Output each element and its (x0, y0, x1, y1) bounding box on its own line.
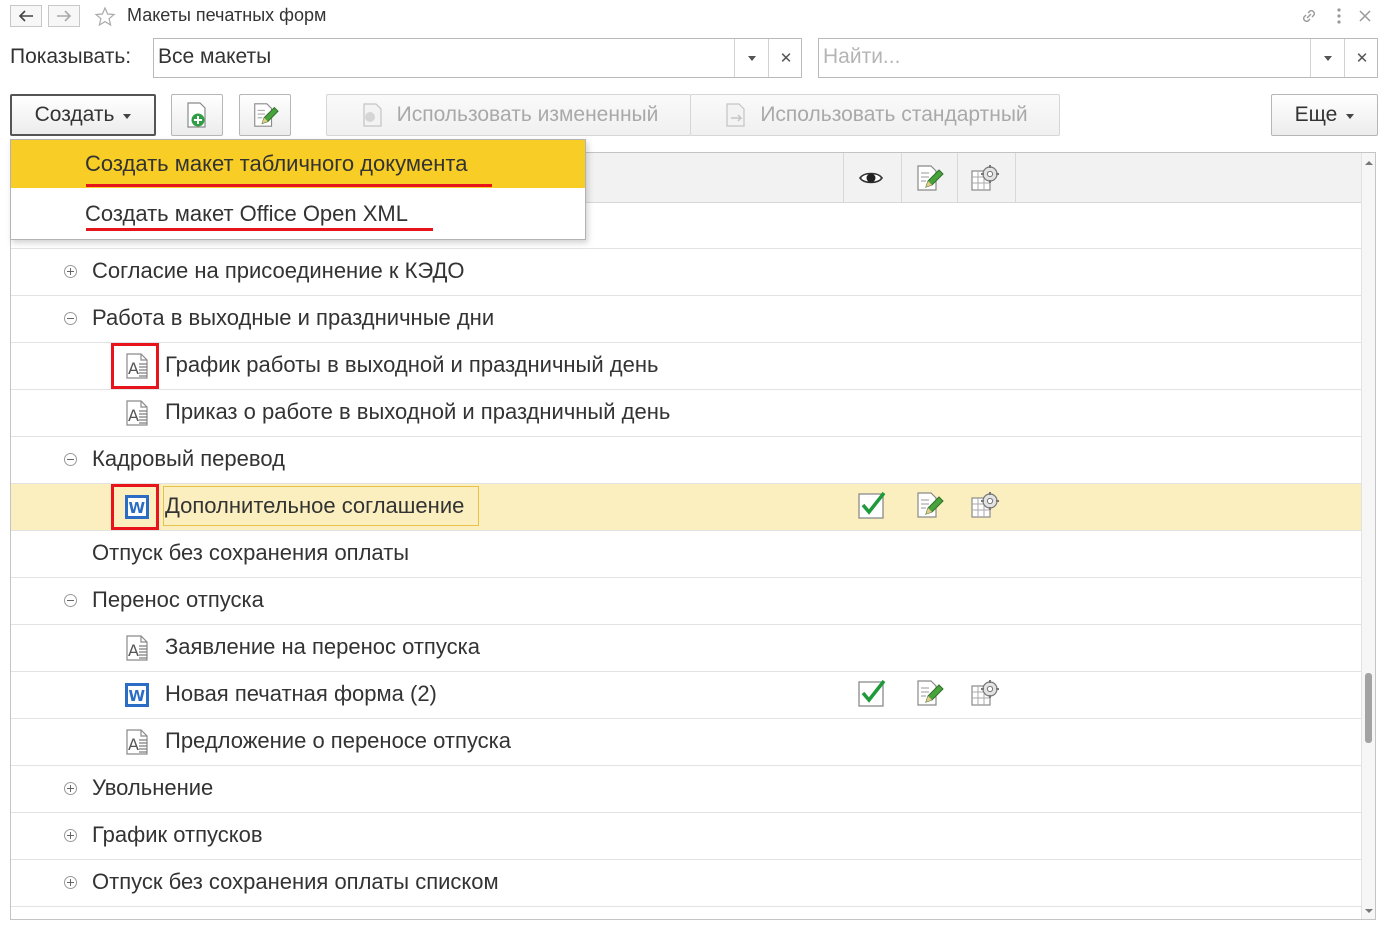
search-history-button[interactable] (1310, 39, 1345, 77)
spreadsheet-template-icon (123, 728, 151, 756)
expand-icon[interactable] (64, 265, 77, 278)
annotation-box (111, 343, 159, 389)
group-label: Увольнение (92, 775, 214, 800)
expand-icon[interactable] (64, 782, 77, 795)
visibility-eye-icon[interactable] (856, 163, 886, 193)
table-row[interactable]: Увольнение (11, 766, 1364, 813)
use-modified-label: Использовать измененный (396, 103, 659, 126)
clear-icon: ✕ (1355, 50, 1369, 67)
add-document-icon (187, 102, 206, 128)
clear-filter-button[interactable]: ✕ (768, 39, 803, 77)
settings-icon[interactable] (970, 490, 1000, 520)
link-icon[interactable] (1300, 7, 1318, 25)
templates-table[interactable]: Согласие на присоединение к КЭДО Работа … (10, 152, 1376, 920)
table-row[interactable]: Отпуск без сохранения оплаты списком (11, 860, 1364, 907)
spreadsheet-template-icon (123, 399, 151, 427)
scroll-up-icon[interactable] (1365, 161, 1373, 165)
table-row[interactable]: График отпусков (11, 813, 1364, 860)
table-row[interactable]: Отпуск без сохранения оплаты (11, 531, 1364, 578)
edit-icon[interactable] (914, 678, 944, 708)
create-menu: Создать макет табличного документа Созда… (10, 139, 586, 240)
search-field[interactable]: Найти... ✕ (818, 38, 1378, 78)
search-placeholder: Найти... (823, 45, 901, 68)
group-label: Работа в выходные и праздничные дни (92, 305, 495, 330)
edit-icon (251, 101, 279, 129)
collapse-icon[interactable] (64, 594, 77, 607)
arrow-left-icon (18, 10, 33, 22)
edit-icon[interactable] (914, 490, 944, 520)
table-row[interactable]: Новая печатная форма (2) (11, 672, 1364, 719)
expand-icon[interactable] (64, 876, 77, 889)
collapse-icon[interactable] (64, 453, 77, 466)
use-standard-button[interactable]: Использовать стандартный (690, 94, 1060, 136)
menu-item-create-spreadsheet-template[interactable]: Создать макет табличного документа (11, 140, 585, 188)
more-vertical-icon[interactable] (1331, 7, 1347, 25)
use-standard-icon (726, 103, 745, 127)
edit-column-icon[interactable] (914, 163, 944, 193)
add-template-button[interactable] (171, 94, 223, 136)
chevron-down-icon (1346, 114, 1355, 119)
group-label: Согласие на присоединение к КЭДО (92, 258, 465, 283)
template-label: Приказ о работе в выходной и праздничный… (165, 399, 671, 424)
dropdown-button[interactable] (734, 39, 769, 77)
table-row[interactable]: График работы в выходной и праздничный д… (11, 343, 1364, 390)
more-button[interactable]: Еще (1271, 94, 1378, 136)
forward-button[interactable] (48, 5, 80, 27)
scroll-down-icon[interactable] (1365, 909, 1373, 913)
show-label: Показывать: (10, 45, 132, 68)
settings-column-icon[interactable] (970, 163, 1000, 193)
show-filter-value: Все макеты (158, 45, 272, 68)
menu-item-label: Создать макет Office Open XML (85, 201, 408, 226)
table-row-selected[interactable]: Дополнительное соглашение (11, 484, 1364, 531)
table-row[interactable]: Согласие на присоединение к КЭДО (11, 249, 1364, 296)
annotation-box (111, 484, 159, 530)
group-label: Отпуск без сохранения оплаты (92, 540, 410, 565)
clear-search-button[interactable]: ✕ (1344, 39, 1379, 77)
annotation-underline (86, 228, 433, 231)
use-standard-label: Использовать стандартный (760, 103, 1028, 126)
clear-icon: ✕ (779, 50, 793, 67)
chevron-down-icon (123, 114, 132, 119)
spreadsheet-template-icon (123, 634, 151, 662)
template-label: Заявление на перенос отпуска (165, 634, 480, 659)
template-label: Новая печатная форма (2) (165, 681, 437, 706)
more-label: Еще (1294, 103, 1338, 126)
table-row[interactable]: Предложение о переносе отпуска (11, 719, 1364, 766)
check-icon[interactable] (857, 490, 887, 520)
close-window-icon[interactable] (1357, 8, 1373, 24)
template-label: График работы в выходной и праздничный д… (165, 352, 659, 377)
arrow-right-icon (57, 10, 72, 22)
check-icon[interactable] (857, 678, 887, 708)
scrollbar-thumb[interactable] (1365, 673, 1372, 743)
group-label: Отпуск без сохранения оплаты списком (92, 869, 499, 894)
expand-icon[interactable] (64, 829, 77, 842)
create-label: Создать (34, 103, 115, 126)
edit-template-button[interactable] (239, 94, 291, 136)
group-label: Кадровый перевод (92, 446, 285, 471)
use-modified-button[interactable]: Использовать измененный (326, 94, 691, 136)
template-label: Дополнительное соглашение (165, 493, 465, 518)
group-label: График отпусков (92, 822, 263, 847)
back-button[interactable] (10, 5, 42, 27)
group-label: Перенос отпуска (92, 587, 264, 612)
table-row[interactable]: Приказ о работе в выходной и праздничный… (11, 390, 1364, 437)
show-filter-select[interactable]: Все макеты ✕ (153, 38, 802, 78)
table-row[interactable]: Заявление на перенос отпуска (11, 625, 1364, 672)
template-label: Предложение о переносе отпуска (165, 728, 511, 753)
chevron-down-icon (748, 55, 756, 61)
window-title: Макеты печатных форм (127, 5, 327, 25)
table-row[interactable]: Кадровый перевод (11, 437, 1364, 484)
settings-icon[interactable] (970, 678, 1000, 708)
favorite-star-icon[interactable] (94, 6, 116, 28)
collapse-icon[interactable] (64, 312, 77, 325)
table-row[interactable]: Работа в выходные и праздничные дни (11, 296, 1364, 343)
table-row[interactable]: Перенос отпуска (11, 578, 1364, 625)
use-modified-icon (363, 103, 382, 127)
annotation-underline (86, 184, 492, 187)
word-template-icon (123, 681, 151, 709)
chevron-down-icon (1324, 55, 1332, 61)
menu-item-label: Создать макет табличного документа (85, 151, 468, 176)
vertical-scrollbar[interactable] (1361, 153, 1375, 919)
create-button[interactable]: Создать (10, 94, 156, 136)
